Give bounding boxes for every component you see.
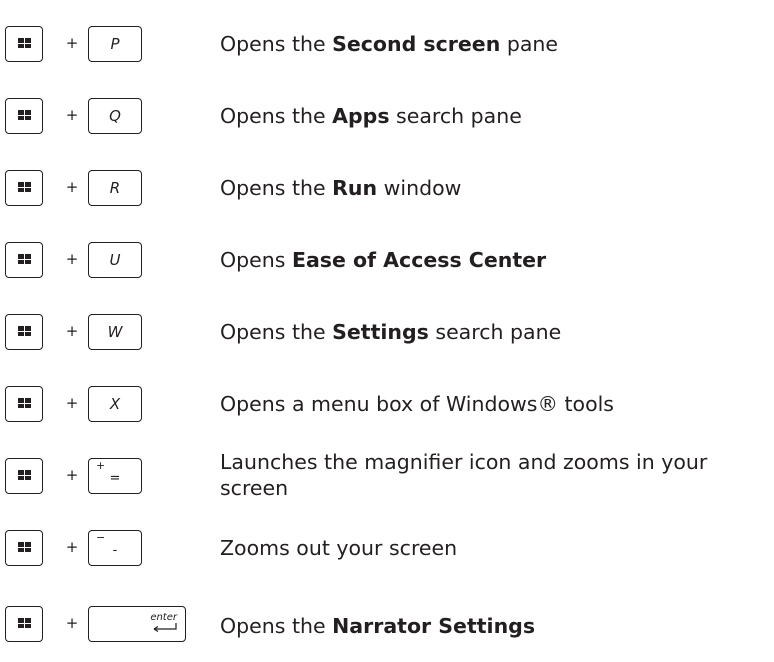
description-bold: Ease of Access Center xyxy=(291,248,547,272)
key-label: U xyxy=(109,251,121,269)
u-key: U xyxy=(88,242,142,278)
shortcut-description: Opens the Run window xyxy=(220,175,770,201)
shortcut-row-plus: + + = Launches the magnifier icon and zo… xyxy=(0,450,774,500)
plus-sign: + xyxy=(65,322,79,340)
description-text: Opens xyxy=(220,248,292,272)
shortcut-description: Zooms out your screen xyxy=(220,536,458,560)
description-bold: Settings xyxy=(332,320,429,344)
plus-sign: + xyxy=(65,106,79,124)
plus-sign: + xyxy=(65,34,79,52)
windows-key xyxy=(5,606,43,642)
shortcut-row-r: + R Opens the Run window xyxy=(0,167,774,211)
windows-logo-icon xyxy=(18,618,32,629)
description-text: window xyxy=(377,176,462,200)
description-bold: Second screen xyxy=(332,32,501,56)
windows-logo-icon xyxy=(18,542,32,553)
plus-sign: + xyxy=(65,178,79,196)
shortcut-description: Opens the Second screen pane xyxy=(220,31,770,57)
plus-sign: + xyxy=(65,394,79,412)
description-line: Launches the magnifier icon and zooms in… xyxy=(220,450,708,474)
description-text: Opens the xyxy=(220,32,333,56)
shortcut-row-w: + W Opens the Settings search pane xyxy=(0,311,774,355)
key-top-label: + xyxy=(96,459,106,472)
shortcut-row-minus: + − - Zooms out your screen xyxy=(0,527,774,571)
shortcut-row-x: + X Opens a menu box of Windows® tools xyxy=(0,383,774,427)
windows-logo-icon xyxy=(18,254,32,265)
windows-key xyxy=(5,458,43,494)
shortcut-row-q: + Q Opens the Apps search pane xyxy=(0,95,774,139)
description-text: search pane xyxy=(389,104,522,128)
minus-key: − - xyxy=(88,530,142,566)
description-text: Opens the xyxy=(220,320,333,344)
q-key: Q xyxy=(88,98,142,134)
windows-key xyxy=(5,314,43,350)
description-bold: Apps xyxy=(332,104,390,128)
key-label: X xyxy=(109,395,121,413)
windows-key xyxy=(5,98,43,134)
shortcut-description: Opens the Apps search pane xyxy=(220,103,770,129)
plus-equals-key: + = xyxy=(88,458,142,494)
description-text: search pane xyxy=(428,320,562,344)
description-text: Opens the xyxy=(220,614,333,638)
windows-logo-icon xyxy=(18,38,32,49)
shortcut-description: Opens the Settings search pane xyxy=(220,319,770,345)
r-key: R xyxy=(88,170,142,206)
windows-logo-icon xyxy=(18,110,32,121)
enter-arrow-icon xyxy=(153,623,177,633)
key-label: Q xyxy=(109,107,121,125)
key-top-label: − xyxy=(96,531,106,544)
windows-key xyxy=(5,386,43,422)
enter-key: enter xyxy=(88,606,186,642)
key-bottom-label: - xyxy=(112,543,118,558)
windows-key xyxy=(5,530,43,566)
windows-key xyxy=(5,170,43,206)
key-label: R xyxy=(109,179,121,197)
plus-sign: + xyxy=(65,466,79,484)
windows-key xyxy=(5,26,43,62)
shortcut-description: Opens the Narrator Settings xyxy=(220,613,770,639)
w-key: W xyxy=(88,314,142,350)
key-label: P xyxy=(110,35,120,53)
plus-sign: + xyxy=(65,538,79,556)
plus-sign: + xyxy=(65,614,79,632)
description-line: screen xyxy=(220,476,289,500)
p-key: P xyxy=(88,26,142,62)
windows-logo-icon xyxy=(18,470,32,481)
description-text: Opens the xyxy=(220,176,333,200)
description-text: Opens the xyxy=(220,104,333,128)
windows-logo-icon xyxy=(18,398,32,409)
plus-sign: + xyxy=(65,250,79,268)
windows-logo-icon xyxy=(18,326,32,337)
shortcut-row-enter: + enter Opens the Narrator Settings xyxy=(0,603,774,647)
windows-key xyxy=(5,242,43,278)
shortcut-row-u: + U Opens Ease of Access Center xyxy=(0,239,774,283)
description-text: Opens a menu box of Windows® tools xyxy=(220,392,614,416)
shortcut-description: Opens a menu box of Windows® tools xyxy=(220,391,770,417)
shortcut-description: Opens Ease of Access Center xyxy=(220,247,770,273)
key-bottom-label: = xyxy=(109,471,121,486)
x-key: X xyxy=(88,386,142,422)
key-label: W xyxy=(107,323,123,341)
description-bold: Run xyxy=(332,176,378,200)
shortcut-row-p: + P Opens the Second screen pane xyxy=(0,23,774,67)
description-text: pane xyxy=(500,32,558,56)
windows-logo-icon xyxy=(18,182,32,193)
description-bold: Narrator Settings xyxy=(332,614,536,638)
shortcut-description: Launches the magnifier icon and zooms in… xyxy=(220,449,770,501)
